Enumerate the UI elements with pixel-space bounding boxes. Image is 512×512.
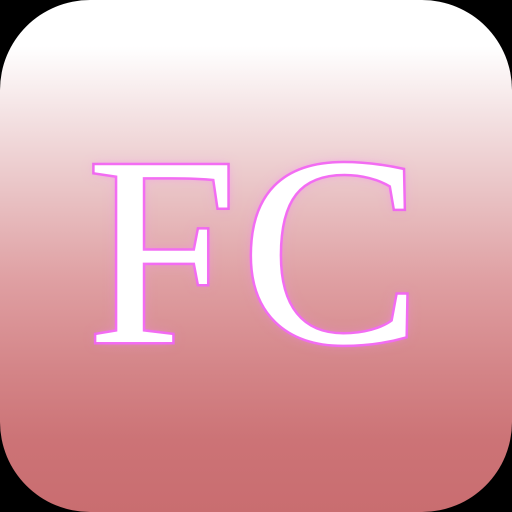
app-icon-monogram: FC	[84, 102, 426, 401]
app-icon[interactable]: FC	[0, 0, 512, 512]
